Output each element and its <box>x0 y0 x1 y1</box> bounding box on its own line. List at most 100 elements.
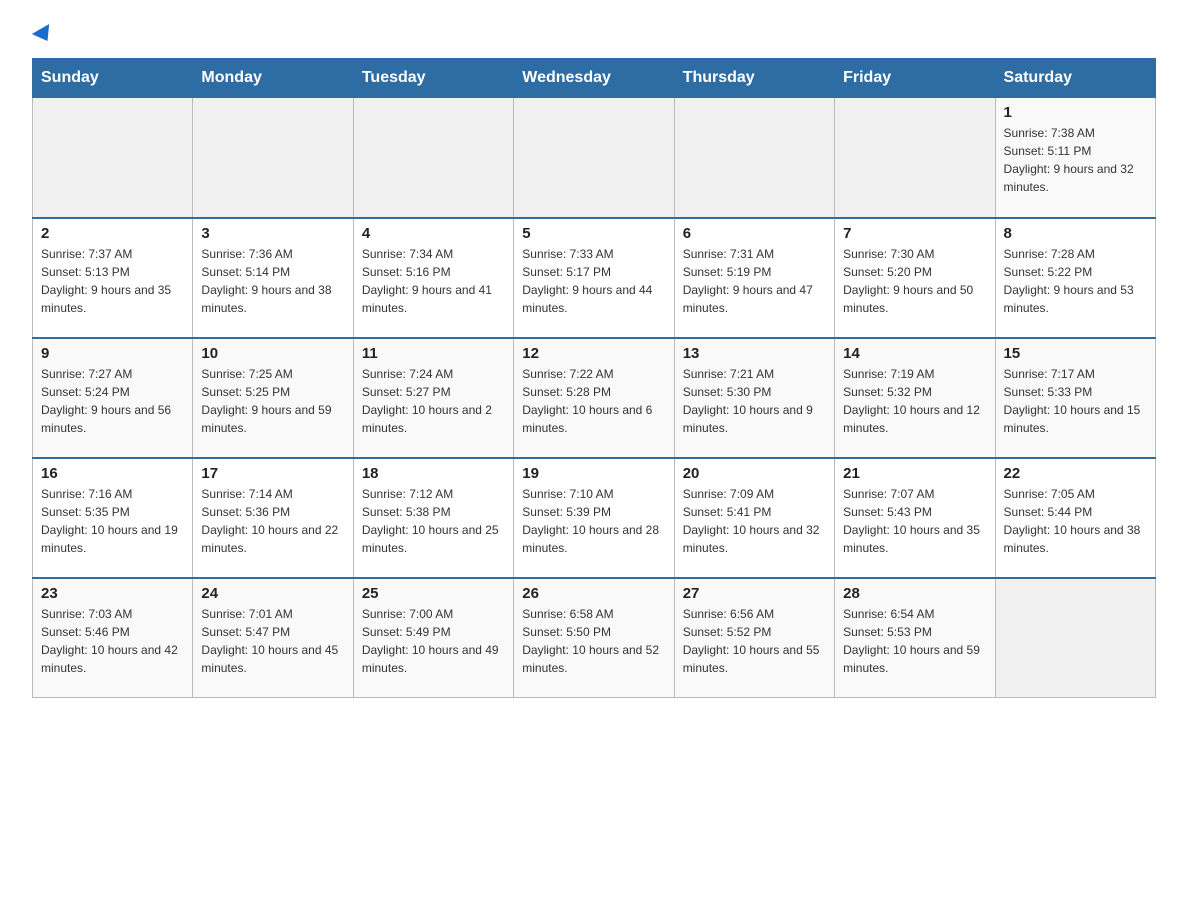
day-info: Sunrise: 7:12 AM Sunset: 5:38 PM Dayligh… <box>362 485 505 557</box>
calendar-week-row: 1 Sunrise: 7:38 AM Sunset: 5:11 PM Daylig… <box>33 98 1156 218</box>
day-number: 10 <box>201 345 344 362</box>
calendar-cell <box>835 98 995 218</box>
calendar-cell: 2 Sunrise: 7:37 AM Sunset: 5:13 PM Daylig… <box>33 218 193 338</box>
day-info: Sunrise: 7:27 AM Sunset: 5:24 PM Dayligh… <box>41 365 184 437</box>
day-number: 13 <box>683 345 826 362</box>
day-header-saturday: Saturday <box>995 59 1155 98</box>
logo <box>32 24 54 40</box>
calendar-cell: 6 Sunrise: 7:31 AM Sunset: 5:19 PM Daylig… <box>674 218 834 338</box>
day-info: Sunrise: 7:37 AM Sunset: 5:13 PM Dayligh… <box>41 245 184 317</box>
day-info: Sunrise: 7:38 AM Sunset: 5:11 PM Dayligh… <box>1004 124 1147 196</box>
calendar-cell: 24Sunrise: 7:01 AM Sunset: 5:47 PM Dayli… <box>193 578 353 698</box>
calendar-cell: 22 Sunrise: 7:05 AM Sunset: 5:44 PM Dayli… <box>995 458 1155 578</box>
day-info: Sunrise: 7:31 AM Sunset: 5:19 PM Dayligh… <box>683 245 826 317</box>
calendar-cell: 27 Sunrise: 6:56 AM Sunset: 5:52 PM Dayli… <box>674 578 834 698</box>
day-number: 24 <box>201 585 344 602</box>
logo-text <box>32 24 54 42</box>
calendar-cell: 17 Sunrise: 7:14 AM Sunset: 5:36 PM Dayli… <box>193 458 353 578</box>
calendar-cell: 21 Sunrise: 7:07 AM Sunset: 5:43 PM Dayli… <box>835 458 995 578</box>
day-number: 22 <box>1004 465 1147 482</box>
day-info: Sunrise: 6:58 AM Sunset: 5:50 PM Dayligh… <box>522 605 665 677</box>
day-info: Sunrise: 6:56 AM Sunset: 5:52 PM Dayligh… <box>683 605 826 677</box>
calendar-cell: 12 Sunrise: 7:22 AM Sunset: 5:28 PM Dayli… <box>514 338 674 458</box>
calendar-week-row: 9 Sunrise: 7:27 AM Sunset: 5:24 PM Daylig… <box>33 338 1156 458</box>
day-number: 15 <box>1004 345 1147 362</box>
calendar-cell: 11Sunrise: 7:24 AM Sunset: 5:27 PM Dayli… <box>353 338 513 458</box>
calendar-week-row: 16 Sunrise: 7:16 AM Sunset: 5:35 PM Dayli… <box>33 458 1156 578</box>
day-number: 21 <box>843 465 986 482</box>
day-header-thursday: Thursday <box>674 59 834 98</box>
day-info: Sunrise: 7:03 AM Sunset: 5:46 PM Dayligh… <box>41 605 184 677</box>
day-info: Sunrise: 7:28 AM Sunset: 5:22 PM Dayligh… <box>1004 245 1147 317</box>
day-info: Sunrise: 7:19 AM Sunset: 5:32 PM Dayligh… <box>843 365 986 437</box>
calendar-cell: 23 Sunrise: 7:03 AM Sunset: 5:46 PM Dayli… <box>33 578 193 698</box>
day-number: 25 <box>362 585 505 602</box>
day-number: 9 <box>41 345 184 362</box>
day-header-sunday: Sunday <box>33 59 193 98</box>
day-info: Sunrise: 7:09 AM Sunset: 5:41 PM Dayligh… <box>683 485 826 557</box>
day-number: 3 <box>201 225 344 242</box>
day-number: 2 <box>41 225 184 242</box>
day-number: 26 <box>522 585 665 602</box>
day-number: 17 <box>201 465 344 482</box>
calendar-cell: 18 Sunrise: 7:12 AM Sunset: 5:38 PM Dayli… <box>353 458 513 578</box>
calendar-cell <box>33 98 193 218</box>
calendar-cell: 1 Sunrise: 7:38 AM Sunset: 5:11 PM Daylig… <box>995 98 1155 218</box>
calendar-week-row: 23 Sunrise: 7:03 AM Sunset: 5:46 PM Dayli… <box>33 578 1156 698</box>
day-number: 14 <box>843 345 986 362</box>
calendar-cell: 3 Sunrise: 7:36 AM Sunset: 5:14 PM Daylig… <box>193 218 353 338</box>
day-info: Sunrise: 7:25 AM Sunset: 5:25 PM Dayligh… <box>201 365 344 437</box>
day-number: 8 <box>1004 225 1147 242</box>
day-number: 27 <box>683 585 826 602</box>
calendar-cell: 10 Sunrise: 7:25 AM Sunset: 5:25 PM Dayli… <box>193 338 353 458</box>
calendar-cell: 8 Sunrise: 7:28 AM Sunset: 5:22 PM Daylig… <box>995 218 1155 338</box>
day-header-monday: Monday <box>193 59 353 98</box>
calendar-cell <box>353 98 513 218</box>
logo-arrow-icon <box>32 24 56 46</box>
calendar-header-row: SundayMondayTuesdayWednesdayThursdayFrid… <box>33 59 1156 98</box>
day-info: Sunrise: 7:17 AM Sunset: 5:33 PM Dayligh… <box>1004 365 1147 437</box>
calendar-cell: 13Sunrise: 7:21 AM Sunset: 5:30 PM Dayli… <box>674 338 834 458</box>
day-info: Sunrise: 7:22 AM Sunset: 5:28 PM Dayligh… <box>522 365 665 437</box>
day-number: 12 <box>522 345 665 362</box>
day-number: 16 <box>41 465 184 482</box>
day-info: Sunrise: 7:10 AM Sunset: 5:39 PM Dayligh… <box>522 485 665 557</box>
day-info: Sunrise: 7:16 AM Sunset: 5:35 PM Dayligh… <box>41 485 184 557</box>
day-number: 1 <box>1004 104 1147 121</box>
calendar-cell <box>995 578 1155 698</box>
day-info: Sunrise: 6:54 AM Sunset: 5:53 PM Dayligh… <box>843 605 986 677</box>
calendar-cell: 5 Sunrise: 7:33 AM Sunset: 5:17 PM Daylig… <box>514 218 674 338</box>
day-number: 28 <box>843 585 986 602</box>
calendar-cell <box>514 98 674 218</box>
day-number: 5 <box>522 225 665 242</box>
calendar-cell: 16 Sunrise: 7:16 AM Sunset: 5:35 PM Dayli… <box>33 458 193 578</box>
calendar-cell <box>193 98 353 218</box>
day-info: Sunrise: 7:33 AM Sunset: 5:17 PM Dayligh… <box>522 245 665 317</box>
day-number: 11 <box>362 345 505 362</box>
day-info: Sunrise: 7:36 AM Sunset: 5:14 PM Dayligh… <box>201 245 344 317</box>
day-info: Sunrise: 7:34 AM Sunset: 5:16 PM Dayligh… <box>362 245 505 317</box>
day-number: 6 <box>683 225 826 242</box>
day-number: 4 <box>362 225 505 242</box>
calendar-cell: 19 Sunrise: 7:10 AM Sunset: 5:39 PM Dayli… <box>514 458 674 578</box>
calendar-cell: 7Sunrise: 7:30 AM Sunset: 5:20 PM Daylig… <box>835 218 995 338</box>
calendar-cell: 14 Sunrise: 7:19 AM Sunset: 5:32 PM Dayli… <box>835 338 995 458</box>
day-number: 19 <box>522 465 665 482</box>
day-number: 20 <box>683 465 826 482</box>
calendar-cell: 26 Sunrise: 6:58 AM Sunset: 5:50 PM Dayli… <box>514 578 674 698</box>
page-header <box>32 24 1156 40</box>
calendar-cell: 20 Sunrise: 7:09 AM Sunset: 5:41 PM Dayli… <box>674 458 834 578</box>
calendar-cell: 15 Sunrise: 7:17 AM Sunset: 5:33 PM Dayli… <box>995 338 1155 458</box>
day-info: Sunrise: 7:07 AM Sunset: 5:43 PM Dayligh… <box>843 485 986 557</box>
calendar-table: SundayMondayTuesdayWednesdayThursdayFrid… <box>32 58 1156 698</box>
calendar-cell: 28 Sunrise: 6:54 AM Sunset: 5:53 PM Dayli… <box>835 578 995 698</box>
day-number: 23 <box>41 585 184 602</box>
day-info: Sunrise: 7:00 AM Sunset: 5:49 PM Dayligh… <box>362 605 505 677</box>
calendar-cell: 25 Sunrise: 7:00 AM Sunset: 5:49 PM Dayli… <box>353 578 513 698</box>
day-info: Sunrise: 7:05 AM Sunset: 5:44 PM Dayligh… <box>1004 485 1147 557</box>
day-info: Sunrise: 7:14 AM Sunset: 5:36 PM Dayligh… <box>201 485 344 557</box>
calendar-week-row: 2 Sunrise: 7:37 AM Sunset: 5:13 PM Daylig… <box>33 218 1156 338</box>
day-header-friday: Friday <box>835 59 995 98</box>
day-number: 18 <box>362 465 505 482</box>
calendar-cell: 9 Sunrise: 7:27 AM Sunset: 5:24 PM Daylig… <box>33 338 193 458</box>
